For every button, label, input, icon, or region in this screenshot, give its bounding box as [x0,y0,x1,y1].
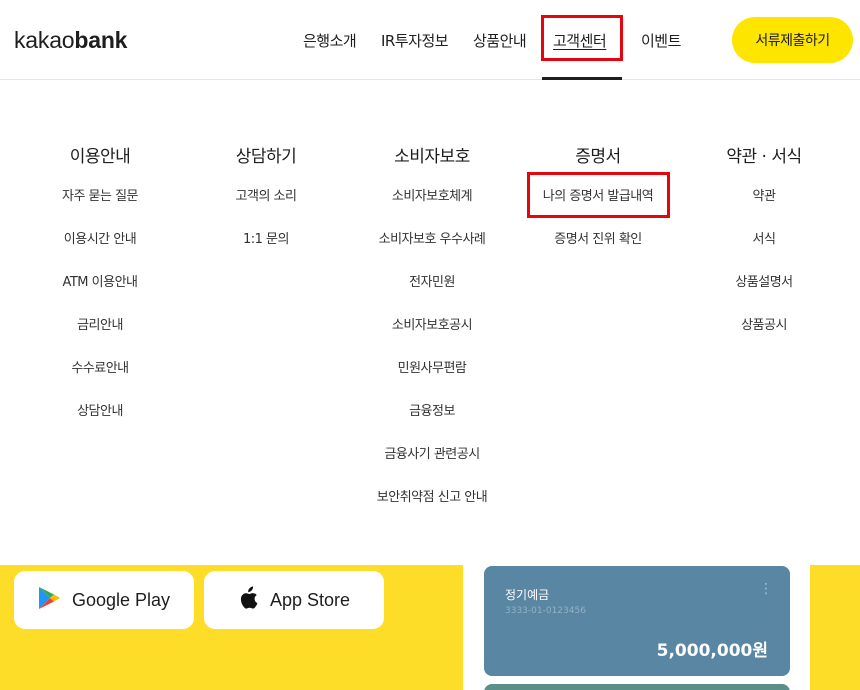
menu-item-fraud-notice[interactable]: 금융사기 관련공시 [347,443,517,486]
second-card-edge [484,684,790,690]
menu-column-title: 상담하기 [235,147,297,167]
menu-column-usage: 이용안내 자주 묻는 질문 이용시간 안내 ATM 이용안내 금리안내 수수료안… [15,142,185,443]
logo-text-kakao: kakao [14,27,75,53]
menu-item-product-description[interactable]: 상품설명서 [679,271,849,314]
menu-item-protection-system[interactable]: 소비자보호체계 [347,185,517,228]
card-account-number: 3333-01-0123456 [505,606,586,616]
nav-products[interactable]: 상품안내 [473,30,527,51]
apple-icon [238,586,258,614]
menu-column-title: 이용안내 [69,147,131,167]
menu-list: 자주 묻는 질문 이용시간 안내 ATM 이용안내 금리안내 수수료안내 상담안… [15,185,185,443]
menu-column-consult: 상담하기 고객의 소리 1:1 문의 [181,142,351,271]
menu-item-vulnerability-report[interactable]: 보안취약점 신고 안내 [347,486,517,529]
menu-item-hours[interactable]: 이용시간 안내 [15,228,185,271]
menu-item-certificate-verify[interactable]: 증명서 진위 확인 [513,228,683,271]
nav-ir-info[interactable]: IR투자정보 [381,30,449,51]
menu-item-best-practices[interactable]: 소비자보호 우수사례 [347,228,517,271]
card-amount: 5,000,000원 [656,641,768,661]
menu-item-e-complaint[interactable]: 전자민원 [347,271,517,314]
menu-item-atm[interactable]: ATM 이용안내 [15,271,185,314]
menu-item-complaint-handbook[interactable]: 민원사무편람 [347,357,517,400]
menu-list: 나의 증명서 발급내역 증명서 진위 확인 [513,185,683,271]
menu-list: 소비자보호체계 소비자보호 우수사례 전자민원 소비자보호공시 민원사무편람 금… [347,185,517,529]
menu-item-my-certificate-history[interactable]: 나의 증명서 발급내역 [513,185,683,228]
deposit-card: 정기예금 3333-01-0123456 ⋮ 5,000,000원 [484,566,790,676]
menu-column-title: 증명서 [575,147,621,167]
header: kakaobank 은행소개 IR투자정보 상품안내 고객센터 이벤트 서류제출… [0,0,860,80]
menu-item-financial-info[interactable]: 금융정보 [347,400,517,443]
google-play-label: Google Play [71,589,171,610]
more-options-icon: ⋮ [759,581,773,597]
menu-item-forms[interactable]: 서식 [679,228,849,271]
menu-list: 약관 서식 상품설명서 상품공시 [679,185,849,357]
nav-bank-intro[interactable]: 은행소개 [303,30,357,51]
nav-events[interactable]: 이벤트 [641,30,681,51]
menu-list: 고객의 소리 1:1 문의 [181,185,351,271]
card-title: 정기예금 [505,588,550,602]
menu-item-rates[interactable]: 금리안내 [15,314,185,357]
menu-column-certificates: 증명서 나의 증명서 발급내역 증명서 진위 확인 [513,142,683,271]
submit-documents-button[interactable]: 서류제출하기 [732,17,853,63]
google-play-icon [38,586,60,614]
menu-column-title: 약관 · 서식 [726,147,802,167]
menu-column-terms: 약관 · 서식 약관 서식 상품설명서 상품공시 [679,142,849,357]
menu-item-protection-notice[interactable]: 소비자보호공시 [347,314,517,357]
logo-text-bank: bank [74,27,128,53]
menu-item-one-on-one[interactable]: 1:1 문의 [181,228,351,271]
menu-item-voice-of-customer[interactable]: 고객의 소리 [181,185,351,228]
app-store-button[interactable]: App Store [204,571,384,629]
menu-item-fees[interactable]: 수수료안내 [15,357,185,400]
app-store-label: App Store [269,589,351,610]
menu-column-title: 소비자보호 [394,147,470,167]
menu-item-faq[interactable]: 자주 묻는 질문 [15,185,185,228]
menu-item-consult-info[interactable]: 상담안내 [15,400,185,443]
menu-item-terms[interactable]: 약관 [679,185,849,228]
kakaobank-logo[interactable]: kakaobank [14,27,127,54]
menu-column-consumer-protection: 소비자보호 소비자보호체계 소비자보호 우수사례 전자민원 소비자보호공시 민원… [347,142,517,529]
menu-item-product-disclosure[interactable]: 상품공시 [679,314,849,357]
nav-customer-center[interactable]: 고객센터 [553,30,607,51]
nav-active-indicator [542,77,622,80]
google-play-button[interactable]: Google Play [14,571,194,629]
